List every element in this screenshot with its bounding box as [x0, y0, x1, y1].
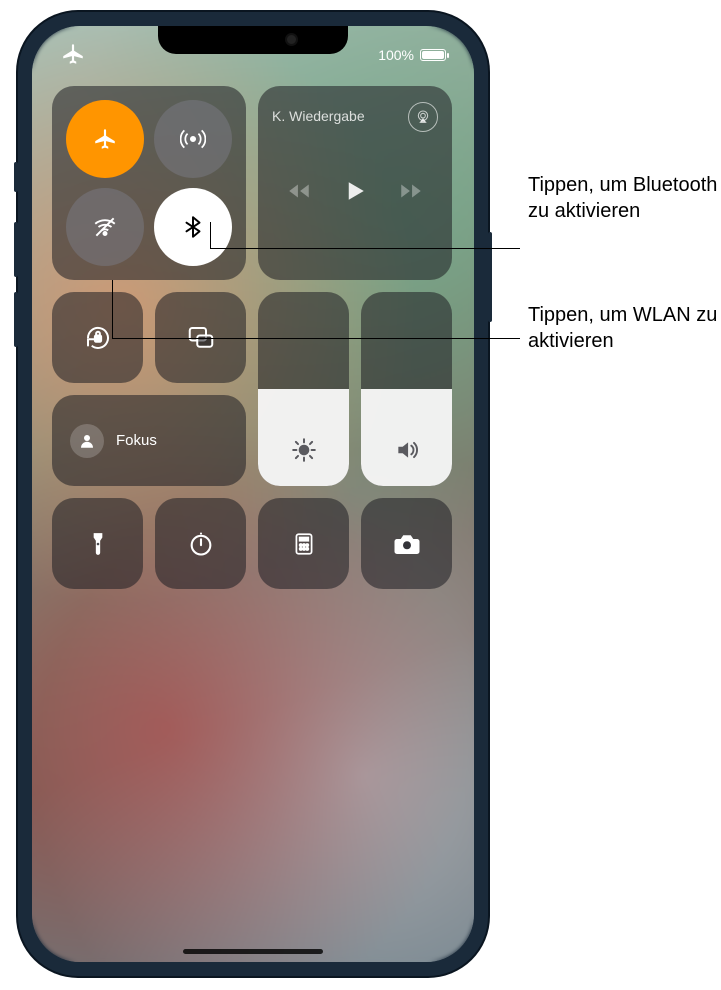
focus-button[interactable]: Fokus — [52, 395, 246, 486]
next-track-button[interactable] — [398, 178, 424, 209]
notch — [158, 26, 348, 54]
battery-icon — [420, 49, 446, 61]
media-module[interactable]: K. Wiedergabe — [258, 86, 452, 280]
callout-line-bluetooth-v — [210, 222, 211, 248]
connectivity-module — [52, 86, 246, 280]
battery-percent: 100% — [378, 47, 414, 63]
wifi-toggle[interactable] — [66, 188, 144, 266]
prev-track-button[interactable] — [286, 178, 312, 209]
flashlight-button[interactable] — [52, 498, 143, 589]
calculator-button[interactable] — [258, 498, 349, 589]
timer-button[interactable] — [155, 498, 246, 589]
person-icon — [70, 424, 104, 458]
bluetooth-toggle[interactable] — [154, 188, 232, 266]
callout-line-wifi-v — [112, 280, 113, 338]
volume-up-button — [14, 222, 18, 277]
control-center: K. Wiedergabe — [52, 86, 454, 601]
brightness-icon — [291, 437, 317, 468]
callout-wifi: Tippen, um WLAN zu aktivieren — [528, 302, 721, 354]
mute-switch — [14, 162, 18, 192]
screen: 100% — [32, 26, 474, 962]
airplane-mode-toggle[interactable] — [66, 100, 144, 178]
focus-label: Fokus — [116, 432, 157, 449]
callout-line-wifi — [112, 338, 520, 339]
volume-icon — [394, 437, 420, 468]
volume-down-button — [14, 292, 18, 347]
airplay-icon[interactable] — [408, 102, 438, 132]
cellular-data-toggle[interactable] — [154, 100, 232, 178]
brightness-slider[interactable] — [258, 292, 349, 486]
home-indicator[interactable] — [183, 949, 323, 954]
phone-frame: 100% — [18, 12, 488, 976]
callout-line-bluetooth — [210, 248, 520, 249]
callout-bluetooth: Tippen, um Bluetooth zu aktivieren — [528, 172, 721, 224]
volume-slider[interactable] — [361, 292, 452, 486]
play-button[interactable] — [340, 176, 370, 211]
camera-button[interactable] — [361, 498, 452, 589]
side-button — [488, 232, 492, 322]
media-title: K. Wiedergabe — [272, 108, 365, 124]
airplane-status-icon — [60, 41, 86, 70]
